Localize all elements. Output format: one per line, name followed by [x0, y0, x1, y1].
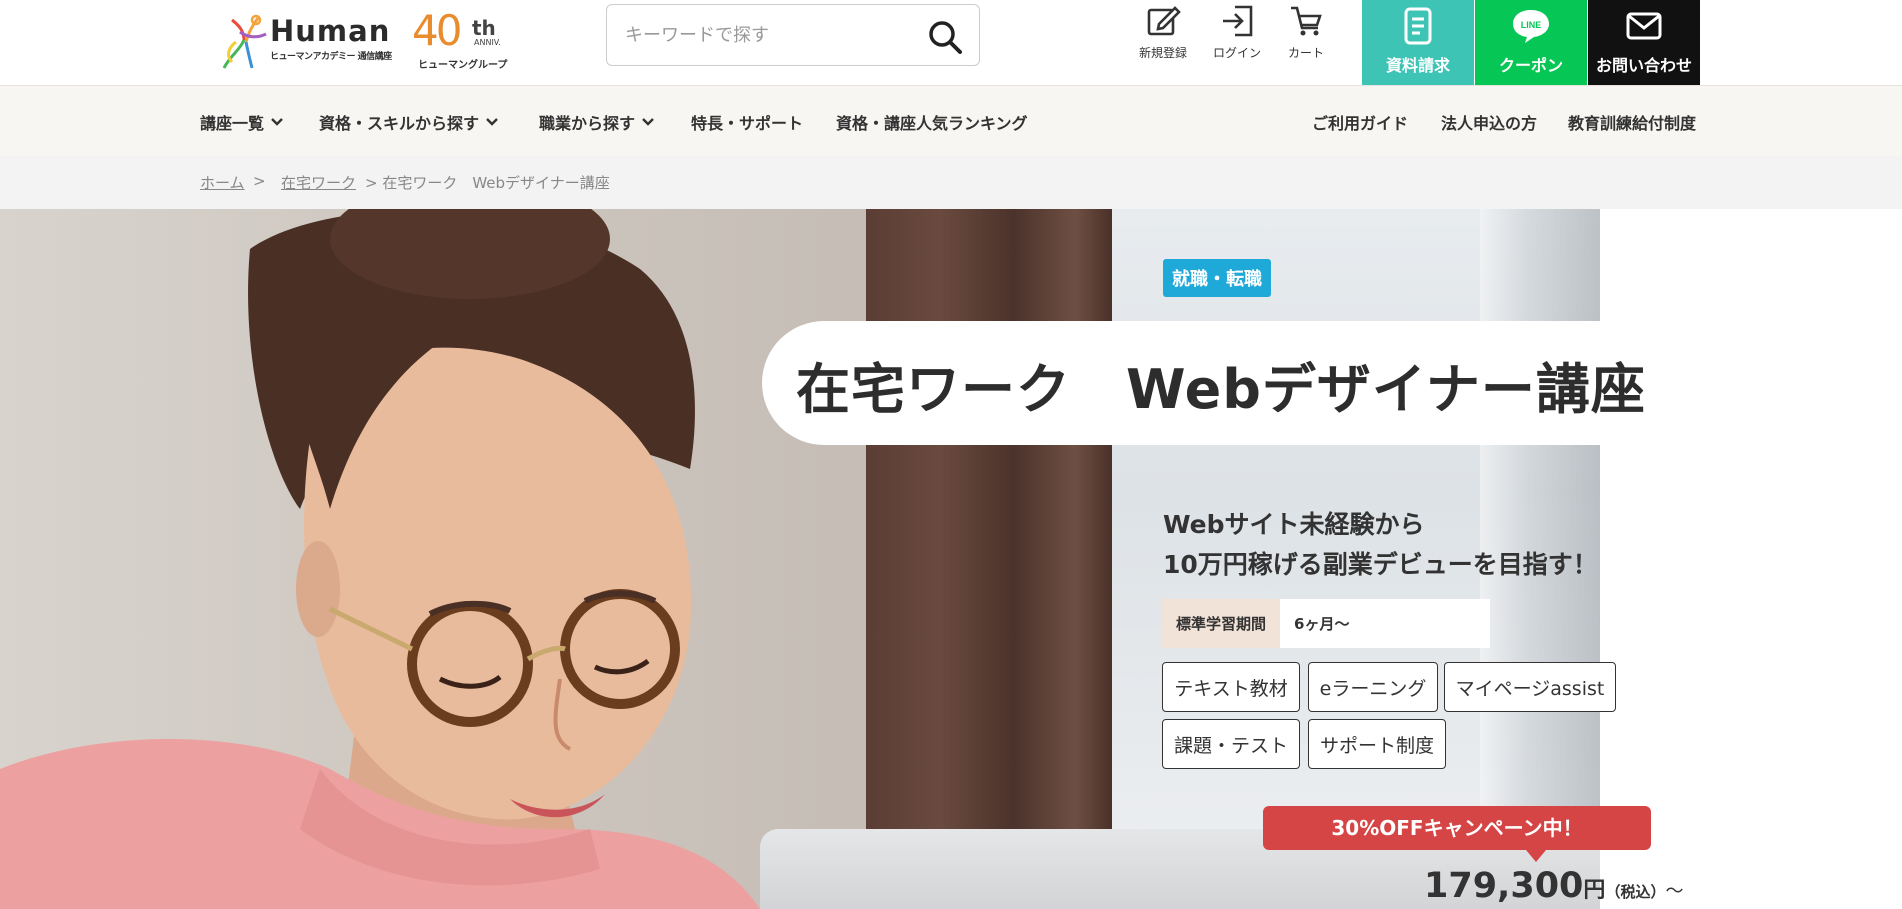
campaign-banner: 30%OFFキャンペーン中！: [1263, 806, 1651, 850]
nav-ranking-label: 資格・講座人気ランキング: [836, 114, 1028, 133]
login-link[interactable]: ログイン: [1207, 4, 1267, 70]
price-amount: 179,300: [1424, 866, 1584, 906]
price-suffix: 〜: [1665, 881, 1684, 902]
breadcrumb-category[interactable]: 在宅ワーク: [281, 172, 356, 193]
logo-subtitle: ヒューマンアカデミー 通信講座: [270, 52, 392, 62]
document-icon: [1404, 7, 1432, 45]
nav-corporate-label: 法人申込の方: [1441, 114, 1538, 133]
logo-brand-text: Human: [270, 14, 391, 48]
study-period-value: 6ヶ月〜: [1280, 599, 1491, 648]
search-box: [606, 4, 980, 66]
photo-curtain: [866, 209, 1112, 909]
anniversary-number: 40: [412, 6, 462, 55]
catch-line-2: 10万円稼げる副業デビューを目指す！: [1163, 550, 1598, 579]
chevron-down-icon: [271, 118, 283, 126]
price-unit: 円: [1583, 878, 1606, 903]
nav-features-label: 特長・サポート: [691, 114, 804, 133]
anniversary-mark: 40 th ANNIV. ヒューマングループ: [412, 6, 508, 71]
breadcrumb-current: > 在宅ワーク Webデザイナー講座: [365, 174, 610, 192]
feature-tag: テキスト教材: [1162, 662, 1300, 712]
feature-tag: サポート制度: [1308, 719, 1446, 769]
nav-by-job[interactable]: 職業から探す: [539, 110, 655, 134]
brochure-button[interactable]: 資料請求: [1362, 0, 1474, 85]
contact-button[interactable]: お問い合わせ: [1588, 0, 1700, 85]
nav-courses[interactable]: 講座一覧: [200, 110, 284, 134]
group-name: ヒューマングループ: [418, 60, 508, 71]
nav-courses-label: 講座一覧: [200, 114, 265, 133]
brochure-label: 資料請求: [1385, 56, 1450, 75]
site-logo[interactable]: Human ヒューマンアカデミー 通信講座 40 th ANNIV. ヒューマン…: [218, 6, 508, 71]
nav-by-job-label: 職業から探す: [539, 114, 636, 133]
catch-line-1: Webサイト未経験から: [1163, 510, 1425, 539]
anniversary-th: th: [472, 16, 496, 40]
hero-section: 就職・転職 在宅ワーク Webデザイナー講座 Webサイト未経験から 10万円稼…: [0, 209, 1902, 909]
nav-corporate[interactable]: 法人申込の方: [1441, 110, 1537, 134]
chevron-down-icon: [486, 118, 498, 126]
nav-features[interactable]: 特長・サポート: [691, 110, 803, 134]
cart-link[interactable]: カート: [1276, 4, 1336, 70]
site-header: Human ヒューマンアカデミー 通信講座 40 th ANNIV. ヒューマン…: [0, 0, 1902, 86]
feature-tag: eラーニング: [1308, 662, 1438, 712]
login-label: ログイン: [1212, 46, 1261, 60]
nav-ranking[interactable]: 資格・講座人気ランキング: [836, 110, 1028, 134]
nav-by-skill[interactable]: 資格・スキルから探す: [319, 110, 499, 134]
page-title: 在宅ワーク Webデザイナー講座: [796, 358, 1646, 421]
pencil-square-icon: [1147, 6, 1181, 36]
register-label: 新規登録: [1138, 46, 1187, 60]
cart-label: カート: [1287, 46, 1324, 60]
chevron-down-icon: [642, 118, 654, 126]
nav-training-benefit[interactable]: 教育訓練給付制度: [1568, 110, 1696, 134]
cart-icon: [1291, 6, 1322, 36]
breadcrumb-separator: >: [253, 172, 266, 190]
login-arrow-icon: [1223, 5, 1253, 37]
catch-copy: Webサイト未経験から 10万円稼げる副業デビューを目指す！: [1163, 505, 1598, 585]
anniversary-label: ANNIV.: [474, 38, 501, 47]
category-badge: 就職・転職: [1163, 259, 1271, 297]
study-period: 標準学習期間 6ヶ月〜: [1162, 599, 1491, 648]
search-icon[interactable]: [927, 19, 963, 55]
coupon-label: クーポン: [1498, 56, 1563, 75]
price: 179,300円（税込）〜: [1424, 866, 1683, 906]
search-input[interactable]: [625, 18, 915, 52]
breadcrumb: ホーム > 在宅ワーク > 在宅ワーク Webデザイナー講座: [0, 156, 1902, 209]
woman-with-glasses-illustration: [0, 209, 760, 909]
feature-tag: マイページassist: [1444, 662, 1616, 712]
breadcrumb-home[interactable]: ホーム: [200, 172, 245, 193]
coupon-button[interactable]: LINE クーポン: [1475, 0, 1587, 85]
register-link[interactable]: 新規登録: [1133, 4, 1193, 70]
human-figure-logo-icon: [222, 14, 267, 69]
title-banner: 在宅ワーク Webデザイナー講座: [762, 321, 1822, 445]
nav-by-skill-label: 資格・スキルから探す: [319, 114, 480, 133]
line-chat-icon: LINE: [1513, 10, 1549, 43]
campaign-pointer: [1526, 850, 1546, 862]
contact-label: お問い合わせ: [1595, 56, 1692, 75]
study-period-label: 標準学習期間: [1162, 599, 1281, 648]
global-nav: 講座一覧 資格・スキルから探す 職業から探す 特長・サポート 資格・講座人気ラン…: [0, 86, 1902, 156]
price-tax-note: （税込）: [1605, 883, 1666, 901]
feature-tag: 課題・テスト: [1162, 719, 1300, 769]
line-badge-text: LINE: [1521, 20, 1542, 30]
mail-icon: [1626, 12, 1662, 40]
nav-training-benefit-label: 教育訓練給付制度: [1568, 114, 1697, 133]
nav-guide[interactable]: ご利用ガイド: [1312, 110, 1408, 134]
nav-guide-label: ご利用ガイド: [1312, 114, 1409, 133]
